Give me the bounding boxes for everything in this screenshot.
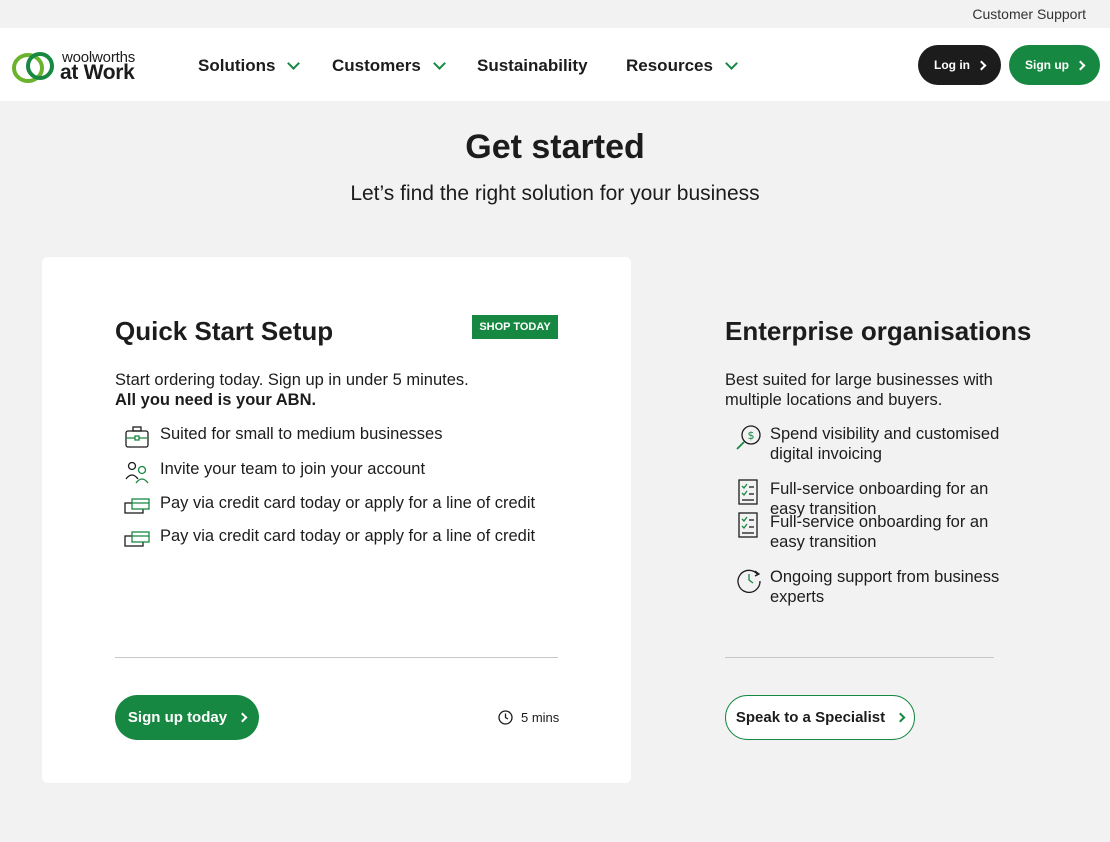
quick-start-desc-bold: All you need is your ABN.: [115, 391, 317, 409]
feature-text: Invite your team to join your account: [160, 460, 426, 478]
enterprise-desc-line: Best suited for large businesses with: [725, 371, 993, 389]
feature-text: experts: [770, 588, 825, 606]
time-estimate-text: 5 mins: [521, 710, 560, 725]
chevron-right-icon: [895, 712, 906, 723]
nav-sustainability-label: Sustainability: [477, 56, 588, 75]
feature-text: easy transition: [770, 533, 877, 551]
nav-customers-label: Customers: [332, 56, 421, 75]
quick-start-title: Quick Start Setup: [115, 316, 334, 346]
feature-item: Suited for small to medium businesses: [124, 424, 442, 450]
main-nav: woolworths at Work Solutions Customers S…: [0, 28, 1110, 101]
chevron-down-icon: [287, 56, 301, 70]
svg-text:$: $: [748, 429, 755, 442]
sign-up-today-button[interactable]: Sign up today: [115, 695, 259, 740]
nav-resources[interactable]: Resources: [626, 56, 738, 76]
feature-text: Pay via credit card today or apply for a…: [160, 494, 536, 512]
feature-item: Ongoing support from business experts: [736, 567, 999, 607]
shop-today-badge: SHOP TODAY: [472, 315, 558, 339]
feature-text: Pay via credit card today or apply for a…: [160, 527, 536, 545]
woolworths-logo-icon: [12, 52, 54, 83]
chevron-down-icon: [432, 56, 446, 70]
nav-solutions[interactable]: Solutions: [198, 56, 301, 76]
briefcase-icon: [125, 426, 149, 448]
chevron-right-icon: [237, 712, 248, 723]
quick-start-description: Start ordering today. Sign up in under 5…: [115, 370, 469, 410]
time-estimate: 5 mins: [498, 710, 559, 725]
feature-item: Pay via credit card today or apply for a…: [124, 493, 535, 519]
speak-to-specialist-label: Speak to a Specialist: [735, 709, 886, 726]
chevron-down-icon: [725, 56, 738, 70]
feature-text: Suited for small to medium businesses: [160, 425, 443, 443]
page-title: Get started: [465, 128, 645, 166]
customer-support-link[interactable]: Customer Support: [972, 6, 1086, 22]
quick-start-desc-line: Start ordering today. Sign up in under 5…: [115, 371, 469, 389]
feature-text: Full-service onboarding for an: [770, 513, 989, 531]
enterprise-description: Best suited for large businesses with mu…: [725, 370, 993, 410]
login-button[interactable]: Log in: [918, 45, 1001, 85]
feature-text: Full-service onboarding for an: [770, 480, 989, 498]
signup-button[interactable]: Sign up: [1009, 45, 1100, 85]
checklist-icon: [738, 479, 758, 505]
nav-sustainability[interactable]: Sustainability: [477, 56, 588, 76]
clock-support-icon: [737, 569, 761, 593]
woolworths-at-work-logo[interactable]: woolworths at Work: [12, 48, 142, 84]
nav-solutions-label: Solutions: [198, 56, 276, 75]
card-payment-icon: [124, 498, 150, 514]
enterprise-title: Enterprise organisations: [725, 316, 1032, 346]
signup-label: Sign up: [1025, 58, 1069, 72]
card-payment-icon: [124, 531, 150, 547]
feature-text: Spend visibility and customised: [770, 425, 1000, 443]
feature-item: Invite your team to join your account: [124, 459, 425, 485]
feature-text: Ongoing support from business: [770, 568, 1000, 586]
enterprise-desc-line: multiple locations and buyers.: [725, 391, 943, 409]
nav-resources-label: Resources: [626, 56, 713, 75]
team-icon: [125, 461, 149, 484]
logo-text-at-work: at Work: [60, 61, 135, 84]
feature-item: Pay via credit card today or apply for a…: [124, 526, 535, 552]
checklist-icon: [738, 512, 758, 538]
page-subtitle: Let’s find the right solution for your b…: [350, 182, 760, 205]
utility-bar: Customer Support: [0, 0, 1110, 28]
speak-to-specialist-button[interactable]: Speak to a Specialist: [725, 695, 915, 740]
clock-icon: [498, 710, 513, 725]
nav-customers[interactable]: Customers: [332, 56, 446, 76]
feature-item: $ Spend visibility and customised digita…: [736, 424, 999, 464]
feature-text: digital invoicing: [770, 445, 882, 463]
divider: [115, 657, 558, 658]
sign-up-today-label: Sign up today: [127, 709, 228, 726]
chevron-right-icon: [976, 60, 987, 70]
chevron-right-icon: [1075, 60, 1086, 70]
divider: [725, 657, 994, 658]
feature-item: Full-service onboarding for an easy tran…: [736, 512, 988, 552]
login-label: Log in: [934, 58, 970, 72]
dollar-search-icon: $: [736, 425, 761, 450]
